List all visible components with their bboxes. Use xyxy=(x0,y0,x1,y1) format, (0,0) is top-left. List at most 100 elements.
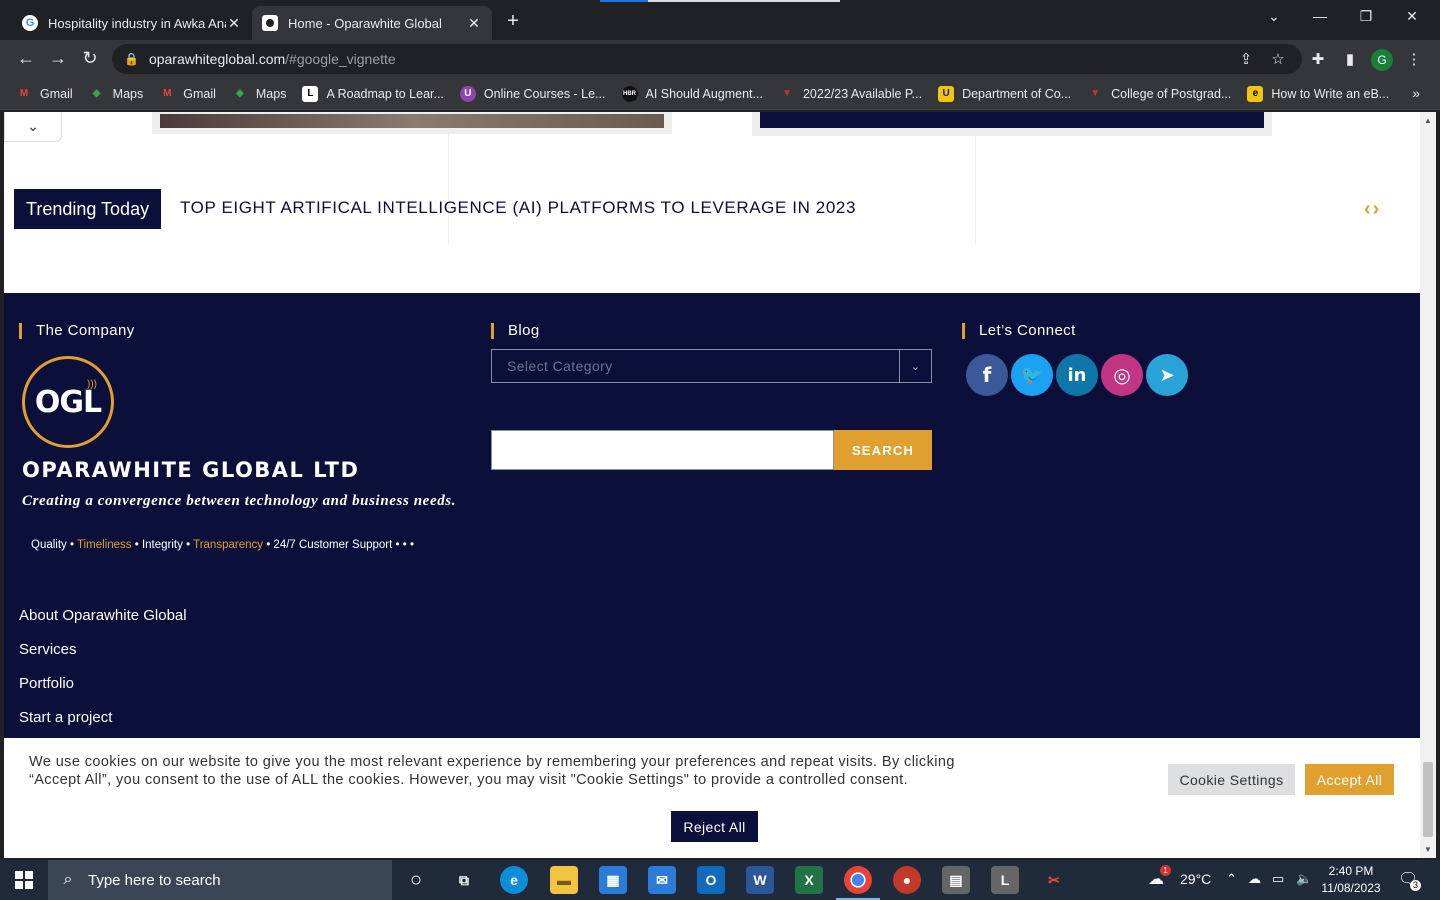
scrollbar-thumb[interactable] xyxy=(1423,762,1433,837)
search-icon: ⌕ xyxy=(63,871,73,888)
browser-toolbar: ← → ↻ 🔒 oparawhiteglobal.com /#google_vi… xyxy=(0,40,1440,78)
back-icon[interactable]: ← xyxy=(14,48,38,69)
company-heading: The Company xyxy=(19,323,135,339)
footer-link-services[interactable]: Services xyxy=(19,641,77,658)
bookmark-hbr[interactable]: HBR AI Should Augment... xyxy=(621,85,763,102)
bookmark-gmail-2[interactable]: M Gmail xyxy=(159,86,216,102)
lock-icon[interactable]: 🔒 xyxy=(124,52,139,66)
word-icon[interactable]: W xyxy=(746,866,774,894)
tab-hospitality[interactable]: G Hospitality industry in Awka Anam ✕ xyxy=(12,6,252,40)
reload-icon[interactable]: ↻ xyxy=(78,48,102,69)
accept-all-button[interactable]: Accept All xyxy=(1305,764,1394,795)
chrome-icon[interactable] xyxy=(836,866,880,900)
snipping-tool-icon[interactable]: ✂ xyxy=(1040,866,1068,894)
footer-link-portfolio[interactable]: Portfolio xyxy=(19,675,74,692)
app-l-icon[interactable]: L xyxy=(991,866,1019,894)
bookmarks-overflow-icon[interactable]: » xyxy=(1412,85,1420,101)
site-favicon-icon xyxy=(262,15,278,31)
forward-icon[interactable]: → xyxy=(46,48,70,69)
tray-chevron-icon[interactable]: ⌃ xyxy=(1226,871,1237,887)
close-tab-icon[interactable]: ✕ xyxy=(466,15,482,32)
trending-headline[interactable]: TOP EIGHT ARTIFICAL INTELLIGENCE (AI) PL… xyxy=(180,198,856,218)
outlook-icon[interactable]: O xyxy=(697,866,725,894)
cookie-settings-button[interactable]: Cookie Settings xyxy=(1168,764,1295,795)
menu-icon[interactable]: ⋮ xyxy=(1403,50,1425,68)
roadmap-icon: L xyxy=(302,85,319,102)
maps-icon: ◆ xyxy=(92,88,101,99)
scroll-down-icon[interactable]: ▼ xyxy=(1424,845,1432,854)
company-logo[interactable]: OGL ))) xyxy=(22,356,114,448)
redhat-icon[interactable]: ● xyxy=(893,866,921,894)
bookmark-maps-2[interactable]: ◆ Maps xyxy=(232,86,286,102)
instagram-icon[interactable]: ◎ xyxy=(1101,354,1143,396)
page-scrollbar[interactable]: ▲ ▼ xyxy=(1420,112,1436,858)
telegram-icon[interactable]: ➤ xyxy=(1146,354,1188,396)
cortana-icon[interactable]: ○ xyxy=(402,866,430,894)
search-input[interactable] xyxy=(491,430,834,470)
address-bar[interactable]: 🔒 oparawhiteglobal.com /#google_vignette xyxy=(112,44,1302,74)
search-button[interactable]: SEARCH xyxy=(834,430,932,470)
trending-label: Trending Today xyxy=(14,189,162,229)
profile-avatar[interactable]: G xyxy=(1371,49,1393,71)
company-tagline: Creating a convergence between technolog… xyxy=(22,493,457,509)
bookmark-available[interactable]: ▼ 2022/23 Available P... xyxy=(779,86,922,102)
collapse-chevron-icon[interactable]: ⌄ xyxy=(4,112,62,142)
tab-search-icon[interactable]: ⌄ xyxy=(1251,8,1297,25)
bookmark-online-courses[interactable]: U Online Courses - Le... xyxy=(459,85,606,102)
bookmarks-bar: M Gmail ◆ Maps M Gmail ◆ Maps LA Roadmap to … xyxy=(0,78,1440,110)
start-button[interactable] xyxy=(0,860,48,900)
network-icon[interactable]: ▭ xyxy=(1272,871,1284,887)
scroll-up-icon[interactable]: ▲ xyxy=(1424,116,1432,125)
close-window-icon[interactable]: ✕ xyxy=(1389,8,1435,25)
tab-title: Home - Oparawhite Global xyxy=(288,15,442,31)
task-view-icon[interactable]: ⧉ xyxy=(450,866,478,894)
trending-nav-arrows[interactable]: ‹› xyxy=(1364,198,1381,221)
footer-link-start-project[interactable]: Start a project xyxy=(19,709,112,726)
volume-icon[interactable]: 🔈 xyxy=(1296,871,1312,887)
bookmark-star-icon[interactable]: ☆ xyxy=(1267,50,1289,68)
bookmark-maps[interactable]: ◆ Maps xyxy=(89,86,143,102)
post-thumbnail[interactable] xyxy=(152,112,672,134)
extensions-icon[interactable]: ✚ xyxy=(1307,50,1329,68)
edge-icon[interactable]: e xyxy=(500,866,528,894)
windows-taskbar: ⌕ Type here to search ○ ⧉ e ▬ ▦ ✉ O W X … xyxy=(0,860,1440,900)
onedrive-icon[interactable]: ☁ xyxy=(1248,871,1261,887)
google-icon: G xyxy=(22,15,38,31)
url-host: oparawhiteglobal.com xyxy=(148,51,286,67)
reject-all-button[interactable]: Reject All xyxy=(671,811,758,842)
weather-badge: 1 xyxy=(1160,865,1171,876)
restore-icon[interactable]: ❐ xyxy=(1343,8,1389,25)
linkedin-icon[interactable]: in xyxy=(1056,354,1098,396)
new-tab-icon[interactable]: + xyxy=(502,10,524,33)
twitter-icon[interactable]: 🐦 xyxy=(1011,354,1053,396)
minimize-icon[interactable]: — xyxy=(1297,8,1343,24)
app-icon[interactable]: ▤ xyxy=(942,866,970,894)
excel-icon[interactable]: X xyxy=(795,866,823,894)
share-icon[interactable]: ⇪ xyxy=(1235,50,1257,68)
bookmark-gmail[interactable]: M Gmail xyxy=(16,86,73,102)
close-tab-icon[interactable]: ✕ xyxy=(226,15,242,32)
file-explorer-icon[interactable]: ▬ xyxy=(550,866,578,894)
university-icon: U xyxy=(938,85,955,102)
store-icon[interactable]: ▦ xyxy=(599,866,627,894)
divider xyxy=(975,134,976,244)
post-thumbnail[interactable] xyxy=(752,112,1272,136)
tab-title: Hospitality industry in Awka Anam xyxy=(48,15,226,31)
system-clock[interactable]: 2:40 PM 11/08/2023 xyxy=(1318,863,1384,897)
blog-heading: Blog xyxy=(491,323,540,339)
taskbar-search[interactable]: ⌕ Type here to search xyxy=(48,860,392,900)
category-select[interactable]: Select Category ⌄ xyxy=(491,349,932,383)
bookmark-department[interactable]: U Department of Co... xyxy=(938,85,1071,102)
bookmark-roadmap[interactable]: LA Roadmap to Lear... xyxy=(302,85,444,102)
page-viewport: ⌄ Trending Today TOP EIGHT ARTIFICAL INT… xyxy=(4,112,1420,858)
taskbar-search-placeholder: Type here to search xyxy=(88,871,221,889)
category-select-value: Select Category xyxy=(507,358,613,374)
footer-link-about[interactable]: About Oparawhite Global xyxy=(19,607,187,624)
tab-home[interactable]: Home - Oparawhite Global ✕ xyxy=(252,6,492,40)
facebook-icon[interactable]: f xyxy=(966,354,1008,396)
bookmark-college[interactable]: ▼ College of Postgrad... xyxy=(1087,86,1231,102)
mail-icon[interactable]: ✉ xyxy=(648,866,676,894)
weather-temp[interactable]: 29°C xyxy=(1180,871,1211,887)
bookmark-ebook[interactable]: e How to Write an eB... xyxy=(1247,85,1389,102)
side-panel-icon[interactable]: ▮ xyxy=(1339,50,1361,68)
